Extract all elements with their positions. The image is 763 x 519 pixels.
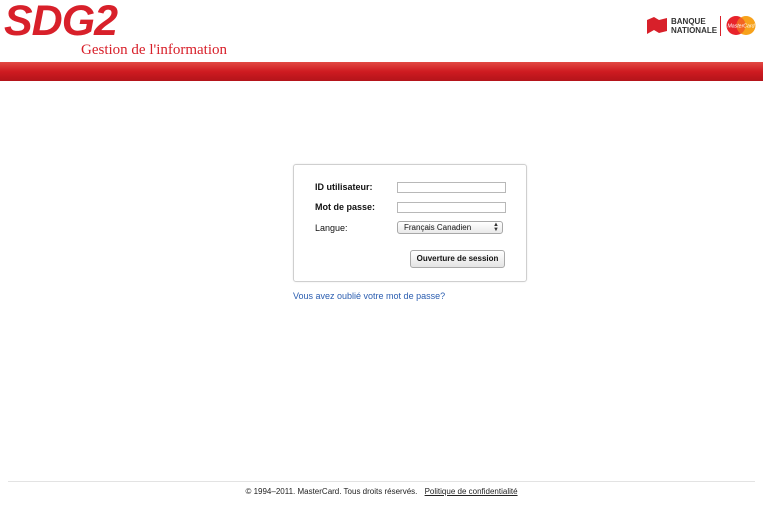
login-panel: ID utilisateur: Mot de passe: Langue: Fr…	[293, 164, 527, 282]
language-selected-value: Français Canadien	[404, 223, 472, 232]
privacy-policy-link[interactable]: Politique de confidentialité	[425, 487, 518, 496]
header: SDG2 Gestion de l'information BANQUE NAT…	[0, 0, 763, 62]
footer-divider	[8, 481, 755, 482]
language-select[interactable]: Français Canadien ▲ ▼	[397, 221, 503, 234]
forgot-password-link[interactable]: Vous avez oublié votre mot de passe?	[293, 291, 445, 302]
bank-name: BANQUE NATIONALE	[671, 17, 718, 35]
password-label: Mot de passe:	[315, 202, 376, 212]
banque-nationale-flag-icon	[647, 17, 667, 34]
logo-subtitle: Gestion de l'information	[81, 42, 228, 58]
language-label: Langue:	[315, 223, 348, 233]
sdg2-logo: SDG2	[4, 0, 118, 45]
footer: © 1994–2011. MasterCard. Tous droits rés…	[0, 487, 763, 497]
mastercard-logo-icon: MasterCard	[726, 16, 756, 35]
select-arrows-icon: ▲ ▼	[493, 222, 499, 233]
login-submit-button[interactable]: Ouverture de session	[410, 250, 505, 268]
user-id-input[interactable]	[397, 182, 506, 193]
password-input[interactable]	[397, 202, 506, 213]
header-red-band	[0, 62, 763, 81]
svg-text:MasterCard: MasterCard	[727, 24, 755, 30]
copyright-text: © 1994–2011. MasterCard. Tous droits rés…	[245, 487, 418, 496]
user-id-label: ID utilisateur:	[315, 182, 373, 192]
logo-separator	[720, 16, 721, 36]
